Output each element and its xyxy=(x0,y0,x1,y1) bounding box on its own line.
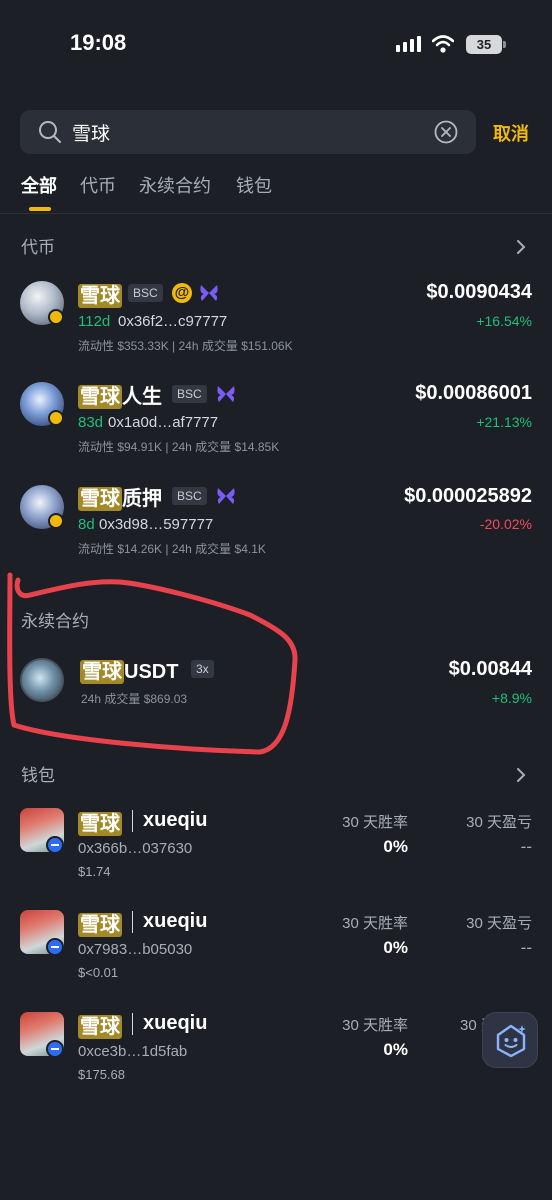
token-change: +21.13% xyxy=(476,414,532,430)
battery-indicator: 35 xyxy=(466,35,502,54)
token-liquidity-volume: 流动性 $14.26K | 24h 成交量 $4.1K xyxy=(78,542,266,556)
tab-perpetuals[interactable]: 永续合约 xyxy=(139,172,211,198)
tabs-divider xyxy=(0,213,552,214)
wallet-name-highlight-wrap[interactable]: 雪球 xyxy=(78,1010,122,1039)
winrate-label: 30 天胜率 xyxy=(342,915,408,932)
token-change: -20.02% xyxy=(479,516,532,532)
token-price: $0.00086001 xyxy=(415,382,532,404)
battery-tip xyxy=(503,41,506,48)
winrate-value: 0% xyxy=(383,837,408,856)
butterfly-icon xyxy=(200,285,218,301)
wallet-name-divider xyxy=(132,911,133,933)
wallet-name[interactable]: xueqiu xyxy=(143,809,207,832)
wallet-name-highlight-wrap[interactable]: 雪球 xyxy=(78,807,122,836)
section-title-perpetuals: 永续合约 xyxy=(21,612,89,631)
token-name-highlight: 雪球 xyxy=(78,487,122,511)
perp-name-highlight: 雪球 xyxy=(80,660,124,684)
cellular-signal-icon xyxy=(396,36,421,52)
token-name-highlight: 雪球 xyxy=(78,385,122,409)
leverage-tag: 3x xyxy=(191,660,214,678)
token-name[interactable]: 雪球 xyxy=(78,279,122,308)
section-title-wallets: 钱包 xyxy=(21,766,55,785)
perp-price: $0.00844 xyxy=(448,658,532,680)
pnl-label: 30 天盈亏 xyxy=(466,814,532,831)
search-icon xyxy=(39,121,61,143)
wallet-balance: $<0.01 xyxy=(78,965,119,980)
tab-wallets[interactable]: 钱包 xyxy=(236,172,272,198)
assistant-icon xyxy=(496,1024,526,1058)
perp-avatar xyxy=(20,658,64,702)
chain-tag: BSC xyxy=(172,385,207,403)
wallet-balance: $175.68 xyxy=(78,1067,125,1082)
pnl-value: -- xyxy=(520,938,532,957)
token-liquidity-volume: 流动性 $94.91K | 24h 成交量 $14.85K xyxy=(78,440,280,454)
clear-icon[interactable] xyxy=(434,120,458,144)
wallet-address: 0x366b…037630 xyxy=(78,840,193,857)
perp-volume: 24h 成交量 $869.03 xyxy=(81,692,188,706)
token-address: 0x1a0d…af7777 xyxy=(108,414,219,431)
token-address: 0x3d98…597777 xyxy=(99,516,214,533)
butterfly-icon xyxy=(217,488,235,504)
minus-badge-icon xyxy=(46,836,64,854)
pnl-label: 30 天盈亏 xyxy=(466,915,532,932)
token-change: +16.54% xyxy=(476,313,532,329)
token-price: $0.0090434 xyxy=(426,281,532,303)
wallet-address: 0xce3b…1d5fab xyxy=(78,1043,188,1060)
at-icon: @ xyxy=(172,283,192,303)
token-liquidity-volume: 流动性 $353.33K | 24h 成交量 $151.06K xyxy=(78,339,293,353)
pnl-value: -- xyxy=(520,837,532,856)
bsc-chain-icon xyxy=(48,410,64,426)
winrate-value: 0% xyxy=(383,938,408,957)
chain-tag: BSC xyxy=(128,284,163,302)
winrate-value: 0% xyxy=(383,1040,408,1059)
token-name-rest: 人生 xyxy=(122,386,162,408)
wallet-name-highlight-wrap[interactable]: 雪球 xyxy=(78,908,122,937)
token-age: 112d xyxy=(78,313,111,330)
minus-badge-icon xyxy=(46,938,64,956)
butterfly-icon xyxy=(217,386,235,402)
tab-tokens[interactable]: 代币 xyxy=(80,172,116,198)
bsc-chain-icon xyxy=(48,309,64,325)
chain-tag: BSC xyxy=(172,487,207,505)
token-name-highlight: 雪球 xyxy=(78,284,122,308)
wallet-name-divider xyxy=(132,1013,133,1035)
token-price: $0.000025892 xyxy=(404,485,532,507)
wallet-name[interactable]: xueqiu xyxy=(143,1012,207,1035)
token-name[interactable]: 雪球 人生 xyxy=(78,380,162,409)
token-address: 0x36f2…c97777 xyxy=(118,313,228,330)
perp-change: +8.9% xyxy=(491,690,532,706)
section-title-tokens: 代币 xyxy=(21,238,55,257)
active-tab-indicator xyxy=(29,207,51,211)
search-input[interactable] xyxy=(72,116,422,148)
perp-name[interactable]: 雪球 USDT xyxy=(80,655,178,684)
perp-name-rest: USDT xyxy=(124,661,179,683)
wallet-name-divider xyxy=(132,810,133,832)
wifi-icon xyxy=(432,35,454,53)
tab-all[interactable]: 全部 xyxy=(21,172,57,198)
bsc-chain-icon xyxy=(48,513,64,529)
minus-badge-icon xyxy=(46,1040,64,1058)
wallet-name[interactable]: xueqiu xyxy=(143,910,207,933)
assistant-button[interactable] xyxy=(482,1012,538,1068)
cancel-button[interactable]: 取消 xyxy=(493,120,529,146)
chevron-right-icon[interactable] xyxy=(514,240,528,254)
winrate-label: 30 天胜率 xyxy=(342,814,408,831)
wallet-name-highlight: 雪球 xyxy=(78,913,122,937)
token-age: 8d xyxy=(78,516,95,533)
wallet-balance: $1.74 xyxy=(78,864,111,879)
token-name-rest: 质押 xyxy=(122,488,162,510)
wallet-address: 0x7983…b05030 xyxy=(78,941,193,958)
wallet-name-highlight: 雪球 xyxy=(78,1015,122,1039)
wallet-name-highlight: 雪球 xyxy=(78,812,122,836)
winrate-label: 30 天胜率 xyxy=(342,1017,408,1034)
chevron-right-icon[interactable] xyxy=(514,768,528,782)
status-time: 19:08 xyxy=(70,30,127,55)
token-name[interactable]: 雪球 质押 xyxy=(78,482,162,511)
token-age: 83d xyxy=(78,414,104,431)
